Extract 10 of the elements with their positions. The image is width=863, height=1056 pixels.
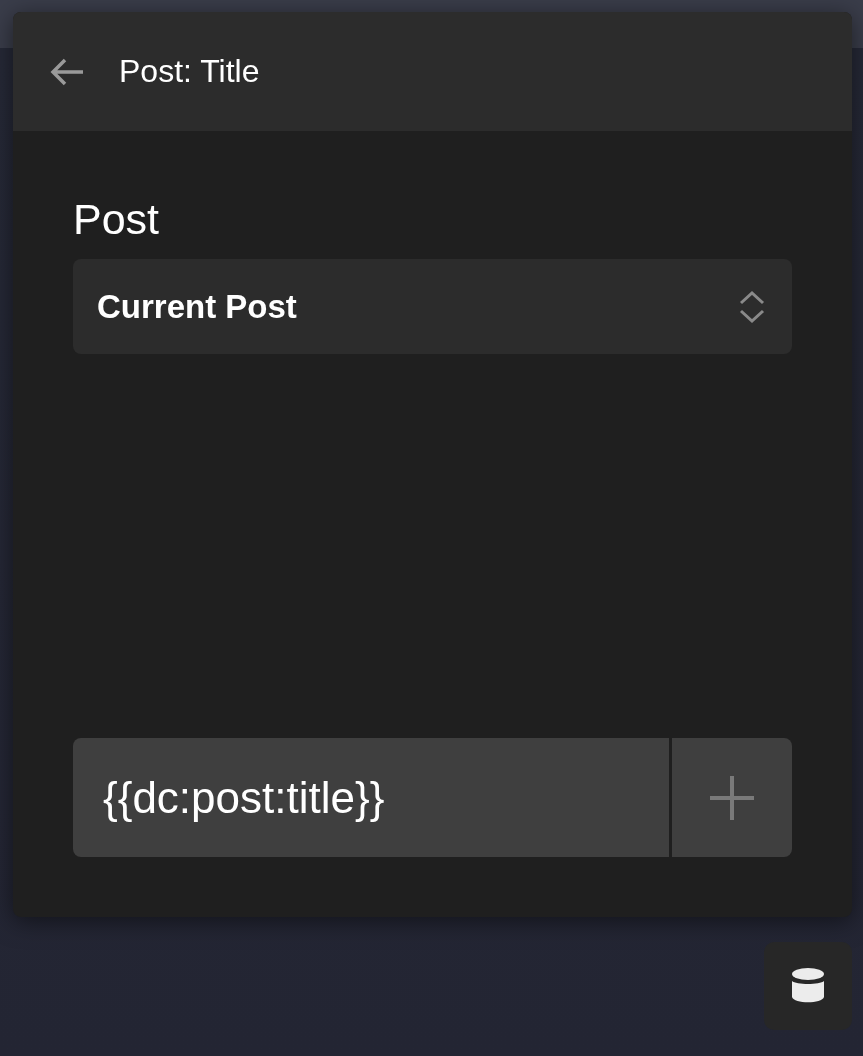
field-label: Post: [73, 194, 161, 245]
database-button[interactable]: [764, 942, 852, 1030]
panel-title: Post: Title: [119, 53, 260, 90]
back-button[interactable]: [49, 56, 85, 87]
database-icon: [791, 967, 825, 1005]
plus-icon: [708, 773, 756, 822]
add-button[interactable]: [672, 738, 792, 857]
token-field[interactable]: {{dc:post:title}}: [73, 738, 672, 857]
post-select[interactable]: Current Post: [73, 259, 792, 354]
chevron-updown-icon: [738, 289, 766, 324]
